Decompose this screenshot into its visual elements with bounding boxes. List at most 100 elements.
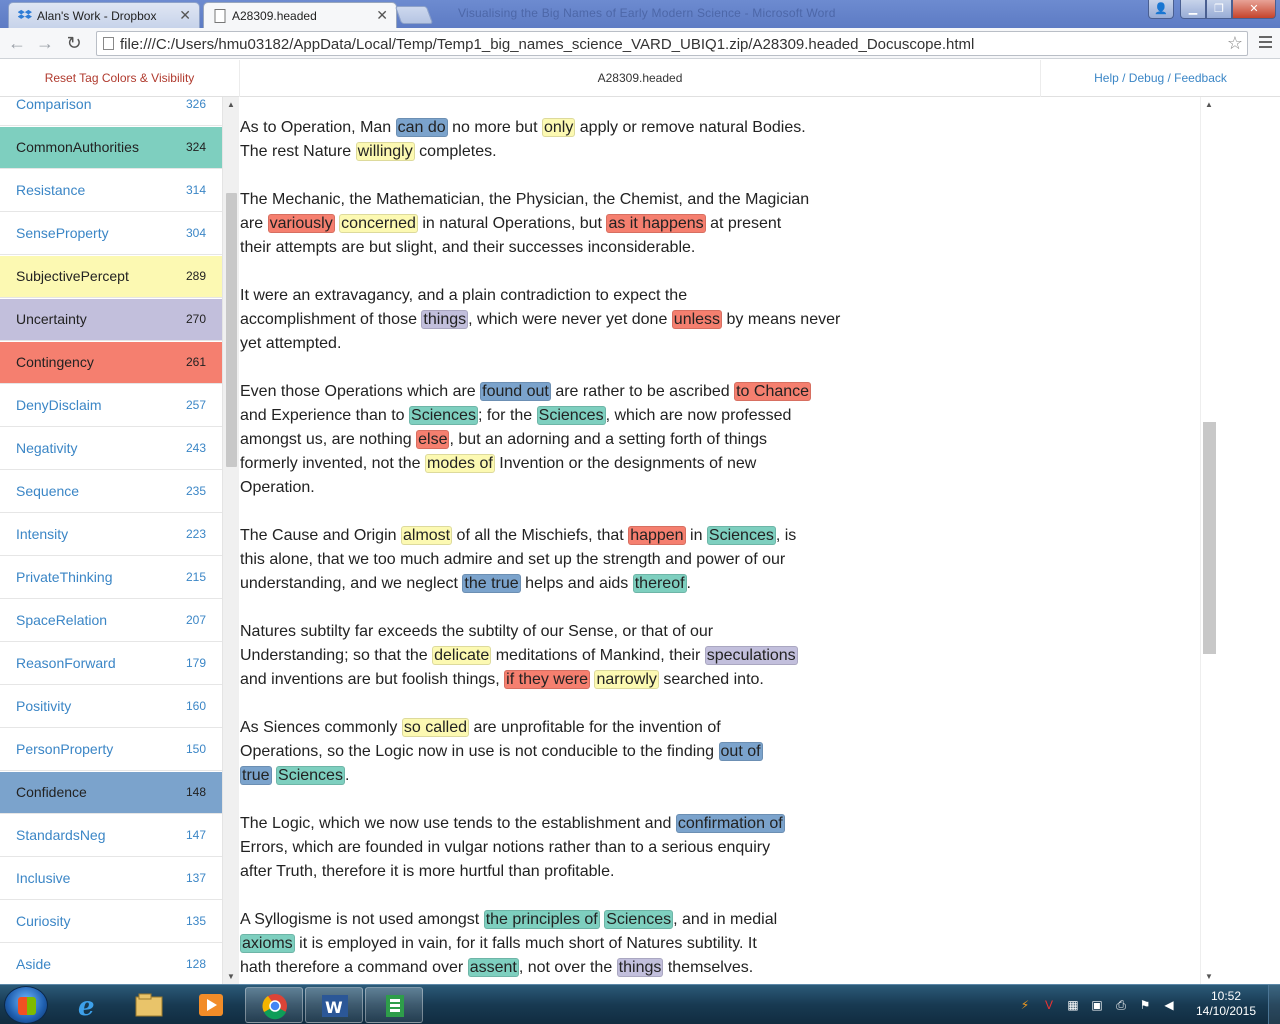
display-icon[interactable]: ▣ xyxy=(1090,998,1104,1012)
tagged-token[interactable]: axioms xyxy=(240,934,295,953)
tagged-token[interactable]: only xyxy=(541,118,576,137)
category-row[interactable]: Contingency 261 xyxy=(0,342,222,384)
category-row[interactable]: StandardsNeg 147 xyxy=(0,815,222,857)
tagged-token[interactable]: the true xyxy=(462,574,521,593)
category-name[interactable]: Contingency xyxy=(16,354,94,370)
tagged-token[interactable]: as it happens xyxy=(606,214,706,233)
tagged-token[interactable]: Sciences xyxy=(604,910,674,929)
category-row[interactable]: DenyDisclaim 257 xyxy=(0,385,222,427)
tagged-token[interactable]: true xyxy=(240,766,272,785)
tagged-token[interactable]: so called xyxy=(401,718,469,737)
tagged-token[interactable]: unless xyxy=(671,310,723,329)
close-tab-icon[interactable]: ✕ xyxy=(376,7,388,24)
show-desktop-button[interactable] xyxy=(1268,985,1280,1024)
volume-icon[interactable]: ◀ xyxy=(1162,998,1176,1012)
network-icon[interactable]: ▦ xyxy=(1066,998,1080,1012)
category-name[interactable]: Resistance xyxy=(16,182,85,198)
usb-icon[interactable]: ⎙ xyxy=(1114,998,1128,1012)
category-row[interactable]: SubjectivePercept 289 xyxy=(0,256,222,298)
tagged-token[interactable]: variously xyxy=(267,214,335,233)
category-row[interactable]: SenseProperty 304 xyxy=(0,213,222,255)
tagged-token[interactable]: the principles of xyxy=(483,910,600,929)
user-icon[interactable]: 👤 xyxy=(1148,0,1174,19)
category-name[interactable]: Intensity xyxy=(16,526,68,542)
tagged-token[interactable]: willingly xyxy=(355,142,415,161)
tab-dropbox[interactable]: Alan's Work - Dropbox ✕ xyxy=(8,2,200,28)
help-debug-feedback-link[interactable]: Help / Debug / Feedback xyxy=(1040,60,1280,97)
category-name[interactable]: Uncertainty xyxy=(16,311,87,327)
category-name[interactable]: ReasonForward xyxy=(16,655,116,671)
internet-explorer-icon[interactable]: e xyxy=(60,987,118,1023)
tagged-token[interactable]: Sciences xyxy=(276,766,345,785)
category-row[interactable]: SpaceRelation 207 xyxy=(0,600,222,642)
reload-icon[interactable]: ↻ xyxy=(63,32,85,54)
scrollbar-thumb[interactable] xyxy=(1203,422,1216,654)
scrollbar-thumb[interactable] xyxy=(226,193,237,467)
tagged-token[interactable]: found out xyxy=(480,382,551,401)
close-tab-icon[interactable]: ✕ xyxy=(179,7,191,24)
tagged-token[interactable]: things xyxy=(616,958,664,977)
scroll-down-arrow-icon[interactable]: ▼ xyxy=(227,972,235,981)
tagged-token[interactable]: modes of xyxy=(424,454,495,473)
tagged-token[interactable]: things xyxy=(421,310,469,329)
chrome-icon[interactable] xyxy=(245,987,303,1023)
tagged-token[interactable]: assent xyxy=(467,958,519,977)
media-player-icon[interactable] xyxy=(182,987,240,1023)
category-row[interactable]: Negativity 243 xyxy=(0,428,222,470)
tagged-token[interactable]: Sciences xyxy=(409,406,478,425)
category-name[interactable]: PersonProperty xyxy=(16,741,113,757)
category-name[interactable]: SpaceRelation xyxy=(16,612,107,628)
category-row[interactable]: Resistance 314 xyxy=(0,170,222,212)
category-row[interactable]: Curiosity 135 xyxy=(0,901,222,943)
maximize-button[interactable]: ❐ xyxy=(1206,0,1232,19)
new-tab-button[interactable] xyxy=(394,6,434,24)
category-name[interactable]: Curiosity xyxy=(16,913,70,929)
category-name[interactable]: Sequence xyxy=(16,483,79,499)
category-row[interactable]: Aside 128 xyxy=(0,944,222,984)
category-name[interactable]: SenseProperty xyxy=(16,225,109,241)
docuscope-app-icon[interactable] xyxy=(365,987,423,1023)
tagged-token[interactable]: Sciences xyxy=(706,526,776,545)
scroll-down-arrow-icon[interactable]: ▼ xyxy=(1205,972,1213,981)
category-name[interactable]: Confidence xyxy=(16,784,87,800)
category-row[interactable]: Confidence 148 xyxy=(0,772,222,814)
document-scrollbar[interactable]: ▲ ▼ xyxy=(1200,97,1217,984)
tagged-token[interactable]: speculations xyxy=(704,646,798,665)
category-row[interactable]: CommonAuthorities 324 xyxy=(0,127,222,169)
category-name[interactable]: Inclusive xyxy=(16,870,70,886)
minimize-button[interactable]: ▁ xyxy=(1180,0,1206,19)
category-name[interactable]: Positivity xyxy=(16,698,71,714)
tagged-token[interactable]: delicate xyxy=(432,646,492,665)
tagged-token[interactable]: concerned xyxy=(339,214,418,233)
category-name[interactable]: SubjectivePercept xyxy=(16,268,129,284)
category-name[interactable]: PrivateThinking xyxy=(16,569,113,585)
category-row[interactable]: Intensity 223 xyxy=(0,514,222,556)
tagged-token[interactable]: if they were xyxy=(504,670,590,689)
tagged-token[interactable]: narrowly xyxy=(594,670,659,689)
alert-icon[interactable]: ⚡ xyxy=(1018,998,1032,1012)
category-row[interactable]: PersonProperty 150 xyxy=(0,729,222,771)
category-row[interactable]: Comparison 326 xyxy=(0,97,222,126)
category-row[interactable]: Sequence 235 xyxy=(0,471,222,513)
tagged-token[interactable]: else xyxy=(416,430,450,449)
sidebar-scrollbar[interactable]: ▲ ▼ xyxy=(222,97,239,984)
start-button[interactable] xyxy=(4,986,48,1024)
menu-icon[interactable] xyxy=(1259,36,1272,51)
category-name[interactable]: DenyDisclaim xyxy=(16,397,102,413)
tagged-token[interactable]: can do xyxy=(395,118,448,137)
tagged-token[interactable]: confirmation of xyxy=(675,814,785,833)
scroll-up-arrow-icon[interactable]: ▲ xyxy=(1205,100,1213,109)
forward-arrow-icon[interactable]: → xyxy=(34,32,56,54)
category-row[interactable]: Inclusive 137 xyxy=(0,858,222,900)
category-row[interactable]: Positivity 160 xyxy=(0,686,222,728)
category-row[interactable]: ReasonForward 179 xyxy=(0,643,222,685)
tagged-token[interactable]: out of xyxy=(718,742,763,761)
taskbar-clock[interactable]: 10:52 14/10/2015 xyxy=(1190,989,1262,1019)
tagged-token[interactable]: to Chance xyxy=(734,382,812,401)
category-name[interactable]: CommonAuthorities xyxy=(16,139,139,155)
file-explorer-icon[interactable] xyxy=(120,987,178,1023)
scroll-up-arrow-icon[interactable]: ▲ xyxy=(227,100,235,109)
url-text[interactable]: file:///C:/Users/hmu03182/AppData/Local/… xyxy=(120,36,974,53)
tagged-token[interactable]: happen xyxy=(628,526,686,545)
category-row[interactable]: PrivateThinking 215 xyxy=(0,557,222,599)
